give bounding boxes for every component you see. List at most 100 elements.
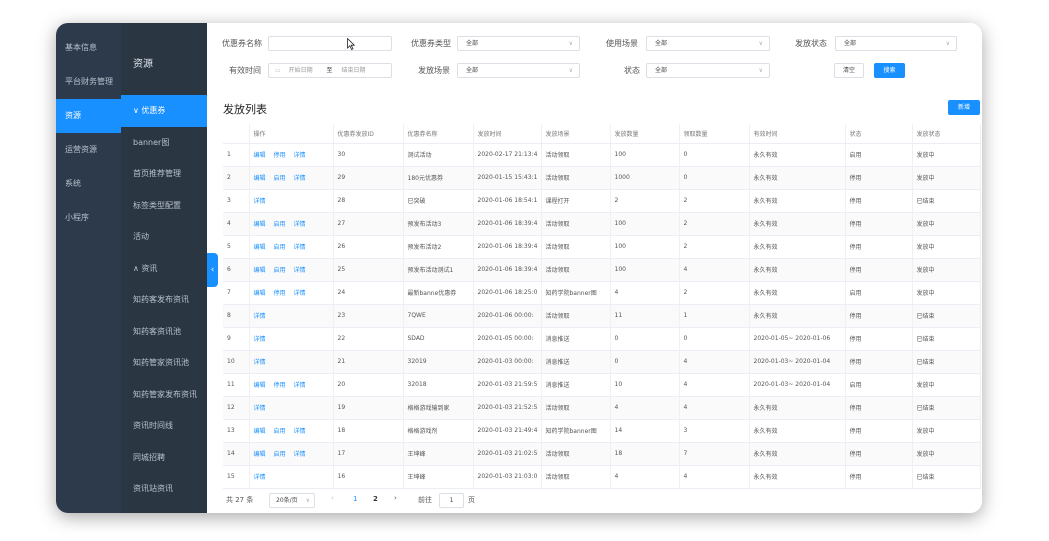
issue-scene-select[interactable]: 全部 ∨ <box>457 63 580 78</box>
row-action-link[interactable]: 详情 <box>294 152 306 159</box>
cell-valid: 2020-01-05~ 2020-01-06 <box>749 327 846 351</box>
secondary-sidebar-item[interactable]: 资讯时间线 <box>121 410 207 442</box>
row-action-link[interactable]: 详情 <box>294 290 306 297</box>
primary-sidebar-item[interactable]: 平台财务管理 <box>56 65 121 99</box>
date-range-picker[interactable]: ▭ 开始日期 至 结束日期 <box>268 63 392 78</box>
valid-time-label: 有效时间 <box>229 66 261 75</box>
secondary-sidebar-item[interactable]: 资讯站资讯 <box>121 473 207 505</box>
row-action-link[interactable]: 编辑 <box>254 244 266 251</box>
cell-recv: 4 <box>679 396 750 420</box>
cell-recv: 1 <box>679 304 750 328</box>
row-action-link[interactable]: 编辑 <box>254 428 266 435</box>
table-row: 2 编辑 启用 详情 29 180元优惠券 2020-01-15 15:43:1 活动领取 10… <box>223 166 981 190</box>
secondary-sidebar-item[interactable]: 标签类型配置 <box>121 190 207 222</box>
row-action-link[interactable]: 启用 <box>274 451 286 458</box>
cell-status: 已结束 <box>912 304 981 328</box>
cell-name: 预发布活动3 <box>403 212 474 236</box>
row-action-link[interactable]: 详情 <box>254 336 266 343</box>
clear-button[interactable]: 清空 <box>834 63 864 78</box>
use-scene-select[interactable]: 全部 ∨ <box>646 36 770 51</box>
row-action-link[interactable]: 启用 <box>274 221 286 228</box>
state-select[interactable]: 全部 ∨ <box>646 63 770 78</box>
secondary-sidebar-item[interactable]: banner图 <box>121 127 207 159</box>
row-action-link[interactable]: 启用 <box>274 267 286 274</box>
cell-valid: 永久有效 <box>749 442 846 466</box>
cell-status: 已结束 <box>912 327 981 351</box>
secondary-sidebar-item[interactable]: 知药管家发布资讯 <box>121 379 207 411</box>
add-button[interactable]: 新增 <box>948 100 980 115</box>
table-row: 9 详情 22 SDAD 2020-01-05 00:00: 消息推送 0 0 2020-01-… <box>223 327 981 351</box>
row-action-link[interactable]: 编辑 <box>254 175 266 182</box>
secondary-sidebar-item[interactable]: ∨ 优惠券 <box>121 95 207 127</box>
primary-sidebar-item[interactable]: 系统 <box>56 167 121 201</box>
row-action-link[interactable]: 详情 <box>294 244 306 251</box>
row-action-link[interactable]: 详情 <box>254 359 266 366</box>
row-action-link[interactable]: 编辑 <box>254 382 266 389</box>
secondary-sidebar-item[interactable]: 知药客发布资讯 <box>121 284 207 316</box>
row-action-link[interactable]: 编辑 <box>254 152 266 159</box>
prev-page-icon[interactable]: ‹ <box>331 494 334 502</box>
goto-label: 前往 <box>418 496 432 504</box>
row-action-link[interactable]: 编辑 <box>254 267 266 274</box>
row-action-link[interactable]: 详情 <box>294 428 306 435</box>
row-actions: 详情 <box>249 304 334 328</box>
primary-sidebar-item[interactable]: 运营资源 <box>56 133 121 167</box>
row-action-link[interactable]: 启用 <box>274 428 286 435</box>
row-action-link[interactable]: 详情 <box>254 313 266 320</box>
cell-time: 2020-01-03 21:03:0 <box>473 465 542 489</box>
goto-page-input[interactable]: 1 <box>439 493 464 508</box>
cell-time: 2020-01-03 21:49:4 <box>473 419 542 443</box>
secondary-sidebar-item[interactable]: 同城招聘 <box>121 442 207 474</box>
coupon-type-select[interactable]: 全部 ∨ <box>457 36 580 51</box>
cell-time: 2020-01-06 00:00: <box>473 304 542 328</box>
primary-sidebar-item[interactable]: 资源 <box>56 99 121 133</box>
secondary-sidebar-item[interactable]: 知药客资讯池 <box>121 316 207 348</box>
collapse-sidebar-icon[interactable]: ‹ <box>207 253 218 287</box>
cell-recv: 2 <box>679 281 750 305</box>
row-action-link[interactable]: 详情 <box>254 405 266 412</box>
secondary-sidebar-item[interactable]: ∧ 资讯 <box>121 253 207 285</box>
row-action-link[interactable]: 详情 <box>254 474 266 481</box>
cell-time: 2020-01-06 18:54:1 <box>473 189 542 213</box>
cell-id: 25 <box>333 258 404 282</box>
row-action-link[interactable]: 详情 <box>294 175 306 182</box>
row-action-link[interactable]: 详情 <box>294 221 306 228</box>
cell-name: 32019 <box>403 350 474 374</box>
cell-no: 15 <box>223 465 250 489</box>
page-2[interactable]: 2 <box>373 495 378 503</box>
secondary-sidebar-item[interactable]: 活动 <box>121 221 207 253</box>
primary-sidebar-item[interactable]: 小程序 <box>56 201 121 235</box>
row-action-link[interactable]: 详情 <box>294 382 306 389</box>
row-action-link[interactable]: 停用 <box>274 152 286 159</box>
cell-status: 发放中 <box>912 419 981 443</box>
row-actions: 详情 <box>249 189 334 213</box>
cell-state: 停用 <box>845 465 913 489</box>
row-action-link[interactable]: 停用 <box>274 382 286 389</box>
row-action-link[interactable]: 启用 <box>274 244 286 251</box>
cell-recv: 2 <box>679 212 750 236</box>
use-scene-label: 使用场景 <box>606 39 638 48</box>
cell-scene: 课程打开 <box>541 189 611 213</box>
primary-sidebar-item[interactable]: 基本信息 <box>56 31 121 65</box>
secondary-sidebar-title: 资源 <box>133 59 153 70</box>
secondary-sidebar-item[interactable]: 首页推荐管理 <box>121 158 207 190</box>
row-action-link[interactable]: 停用 <box>274 290 286 297</box>
page-size-select[interactable]: 20条/页 ∨ <box>269 493 315 508</box>
search-button[interactable]: 搜索 <box>874 63 905 78</box>
row-action-link[interactable]: 启用 <box>274 175 286 182</box>
coupon-name-input[interactable] <box>268 36 392 51</box>
page-1[interactable]: 1 <box>353 495 357 503</box>
issue-status-select[interactable]: 全部 ∨ <box>835 36 957 51</box>
row-action-link[interactable]: 详情 <box>294 451 306 458</box>
row-action-link[interactable]: 编辑 <box>254 290 266 297</box>
secondary-sidebar-item[interactable]: 知药管家资讯池 <box>121 347 207 379</box>
cell-time: 2020-01-06 18:39:4 <box>473 212 542 236</box>
table-row: 5 编辑 启用 详情 26 预发布活动2 2020-01-06 18:39:4 活动领取 100… <box>223 235 981 259</box>
row-action-link[interactable]: 编辑 <box>254 221 266 228</box>
row-action-link[interactable]: 编辑 <box>254 451 266 458</box>
row-action-link[interactable]: 详情 <box>294 267 306 274</box>
cell-state: 停用 <box>845 304 913 328</box>
next-page-icon[interactable]: › <box>394 494 397 502</box>
row-action-link[interactable]: 详情 <box>254 198 266 205</box>
cell-state: 停用 <box>845 396 913 420</box>
